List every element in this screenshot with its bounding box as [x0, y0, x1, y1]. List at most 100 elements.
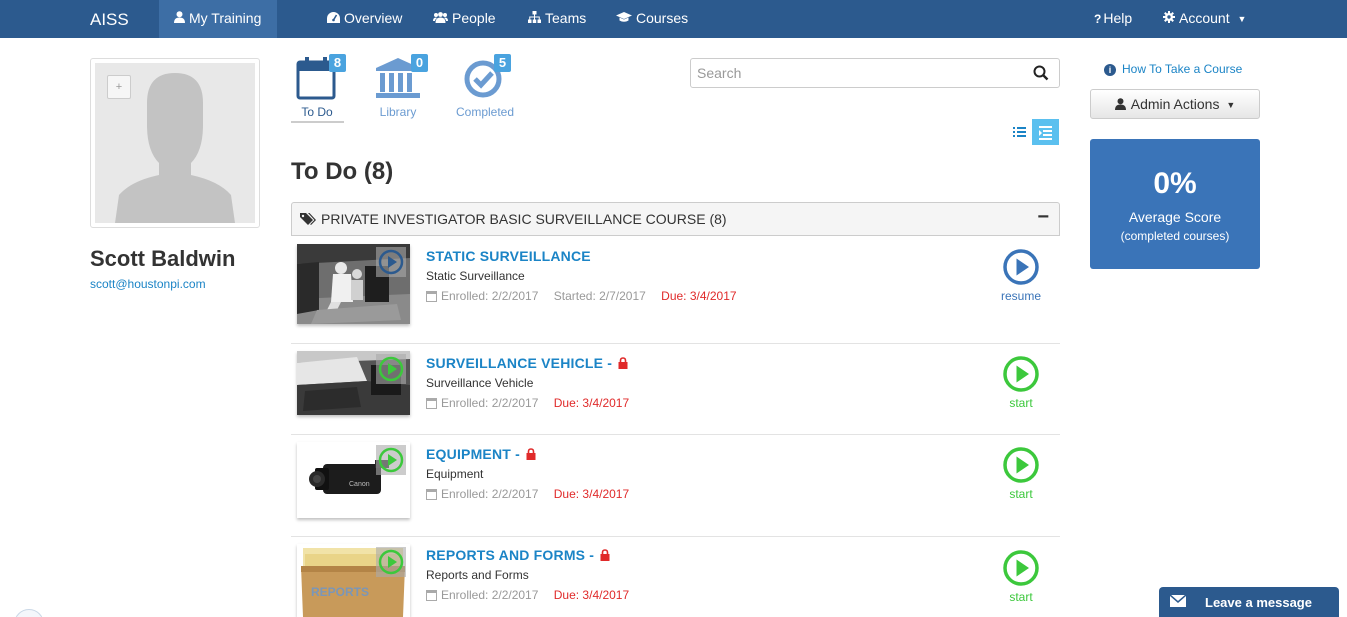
tab-todo[interactable]: 8 To Do — [296, 54, 346, 119]
due-date: Due: 3/4/2017 — [553, 396, 630, 410]
due-date: Due: 3/4/2017 — [553, 487, 630, 501]
thumbnail-play-overlay — [376, 547, 406, 577]
average-score-sublabel: (completed courses) — [1120, 229, 1230, 243]
list-view-button[interactable] — [1006, 119, 1033, 145]
start-button[interactable]: start — [991, 549, 1051, 604]
nav-account[interactable]: Account ▼ — [1163, 0, 1246, 38]
tab-completed-count: 5 — [494, 54, 512, 72]
course-item: STATIC SURVEILLANCE Static Surveillance … — [291, 237, 1060, 344]
play-circle-icon — [1003, 249, 1039, 285]
course-item-title-link[interactable]: EQUIPMENT - — [426, 446, 536, 463]
course-item: Canon EQUIPMENT - Equipment Enrolled: 2/… — [291, 435, 1060, 537]
user-icon — [1114, 91, 1126, 119]
tab-todo-count: 8 — [329, 54, 346, 72]
bank-icon: 0 — [374, 54, 428, 103]
resume-button[interactable]: resume — [991, 248, 1051, 303]
calendar-icon — [426, 488, 437, 503]
nav-teams[interactable]: Teams — [528, 0, 586, 38]
thumbnail-play-overlay — [376, 354, 406, 384]
course-thumbnail[interactable]: Canon — [297, 442, 410, 518]
leave-message-label: Leave a message — [1205, 595, 1312, 610]
search-input[interactable] — [697, 63, 1017, 83]
lock-icon — [526, 447, 536, 463]
play-circle-icon — [1003, 447, 1039, 483]
course-item-subtitle: Surveillance Vehicle — [426, 376, 534, 390]
nav-overview[interactable]: Overview — [327, 0, 402, 38]
graduation-cap-icon — [616, 1, 632, 38]
caret-down-icon: ▼ — [1237, 14, 1247, 24]
due-date: Due: 3/4/2017 — [661, 289, 737, 303]
course-item-subtitle: Equipment — [426, 467, 484, 481]
page-title: To Do (8) — [291, 158, 394, 185]
course-item-title-link[interactable]: REPORTS AND FORMS - — [426, 547, 610, 564]
course-thumbnail[interactable] — [297, 244, 410, 324]
start-button[interactable]: start — [991, 446, 1051, 501]
calendar-icon: 8 — [296, 54, 346, 103]
nav-people[interactable]: People — [433, 0, 496, 38]
gear-icon — [1163, 1, 1175, 38]
nav-label: Help — [1103, 10, 1133, 26]
item-title: SURVEILLANCE VEHICLE - — [426, 355, 613, 371]
detail-view-button[interactable] — [1032, 119, 1059, 145]
course-item: SURVEILLANCE VEHICLE - Surveillance Vehi… — [291, 344, 1060, 435]
dashboard-icon — [327, 1, 340, 38]
avatar: + — [90, 58, 260, 228]
action-label: start — [1009, 487, 1033, 501]
item-title: STATIC SURVEILLANCE — [426, 248, 591, 264]
nav-label: My Training — [189, 10, 262, 26]
leave-message-button[interactable]: Leave a message — [1159, 587, 1339, 617]
thumbnail-play-overlay — [376, 247, 406, 277]
tab-library[interactable]: 0 Library — [374, 54, 428, 119]
play-circle-icon — [1003, 356, 1039, 392]
collapse-icon[interactable]: − — [1037, 206, 1049, 229]
sitemap-icon — [528, 1, 541, 38]
course-item: REPORTS REPORTS AND FORMS - Reports and … — [291, 537, 1060, 617]
enrolled-date: Enrolled: 2/2/2017 — [441, 487, 539, 501]
started-date: Started: 2/7/2017 — [553, 289, 646, 303]
question-icon: ? — [1094, 12, 1102, 26]
nav-my-training[interactable]: My Training — [159, 0, 277, 38]
enrolled-date: Enrolled: 2/2/2017 — [441, 289, 539, 303]
course-item-meta: Enrolled: 2/2/2017 Due: 3/4/2017 — [426, 588, 629, 604]
tab-library-count: 0 — [411, 54, 428, 72]
play-circle-icon — [1003, 550, 1039, 586]
admin-actions-button[interactable]: Admin Actions ▼ — [1090, 89, 1260, 119]
user-icon — [174, 1, 185, 38]
search-icon[interactable] — [1033, 65, 1049, 81]
nav-courses[interactable]: Courses — [616, 0, 688, 38]
users-icon — [433, 1, 448, 38]
thumbnail-play-overlay — [376, 445, 406, 475]
upload-avatar-button[interactable]: + — [107, 75, 131, 99]
envelope-icon — [1169, 594, 1187, 610]
nav-label: People — [452, 10, 496, 26]
info-icon: i — [1104, 64, 1116, 76]
tags-icon — [300, 213, 316, 229]
how-to-take-course-link[interactable]: i How To Take a Course — [1104, 62, 1242, 76]
calendar-icon — [426, 397, 437, 412]
course-item-title-link[interactable]: STATIC SURVEILLANCE — [426, 248, 591, 264]
user-email-link[interactable]: scott@houstonpi.com — [90, 277, 206, 291]
nav-label: Overview — [344, 10, 403, 26]
course-item-subtitle: Static Surveillance — [426, 269, 525, 283]
course-item-title-link[interactable]: SURVEILLANCE VEHICLE - — [426, 355, 628, 372]
brand-logo[interactable]: AISS — [90, 10, 129, 30]
howto-label: How To Take a Course — [1122, 62, 1243, 76]
calendar-icon — [426, 589, 437, 604]
play-icon — [378, 249, 404, 275]
tab-completed[interactable]: 5 Completed — [456, 54, 515, 119]
course-group-header[interactable]: PRIVATE INVESTIGATOR BASIC SURVEILLANCE … — [291, 202, 1060, 236]
average-score-label: Average Score — [1128, 209, 1222, 225]
course-item-subtitle: Reports and Forms — [426, 568, 529, 582]
reports-label-text: REPORTS — [311, 585, 369, 599]
average-score-panel: 0% Average Score (completed courses) — [1090, 139, 1260, 269]
course-item-meta: Enrolled: 2/2/2017 Started: 2/7/2017 Due… — [426, 289, 737, 305]
active-tab-indicator — [291, 121, 344, 123]
course-thumbnail[interactable] — [297, 351, 410, 415]
tab-label: Completed — [456, 105, 515, 119]
start-button[interactable]: start — [991, 355, 1051, 410]
floating-widget-button[interactable] — [14, 609, 44, 617]
caret-down-icon: ▼ — [1226, 100, 1236, 110]
course-item-meta: Enrolled: 2/2/2017 Due: 3/4/2017 — [426, 487, 629, 503]
nav-help[interactable]: ? Help — [1094, 0, 1132, 38]
course-thumbnail[interactable]: REPORTS — [297, 544, 410, 617]
